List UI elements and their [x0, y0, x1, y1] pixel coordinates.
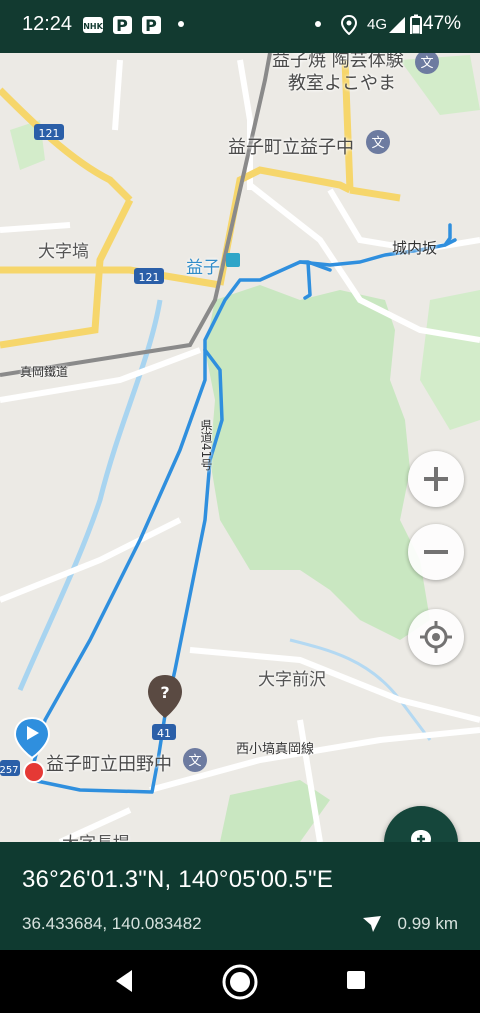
svg-text:121: 121 — [139, 271, 160, 284]
park-area — [205, 285, 430, 640]
recents-icon[interactable] — [344, 964, 368, 998]
road-shield-121-b: 121 — [134, 268, 164, 284]
back-icon[interactable] — [112, 964, 136, 998]
svg-text:文: 文 — [188, 754, 201, 769]
label-mashiko-jhs: 益子町立益子中 — [228, 137, 354, 158]
svg-text:文: 文 — [371, 136, 384, 151]
coordinates-decimal[interactable]: 36.433684, 140.083482 — [22, 914, 202, 934]
svg-text:?: ? — [160, 683, 169, 702]
school-icon: 文 — [366, 130, 390, 154]
label-oaza-hashi: 大字塙 — [38, 242, 89, 262]
battery-icon — [410, 14, 422, 34]
label-moka-railway: 真岡鐵道 — [20, 365, 69, 379]
label-oaza-maezawa: 大字前沢 — [258, 670, 326, 690]
school-icon: 文 — [183, 748, 207, 772]
label-nishikohashi: 西小塙真岡線 — [236, 742, 315, 757]
direction-arrow-icon — [363, 916, 381, 932]
label-route-41: 県道41号 — [199, 419, 213, 471]
my-location-button[interactable] — [408, 609, 464, 665]
map-view[interactable]: 121 121 41 257 文 文 文 ? 益子焼 陶芸体験 教室よこやま 益… — [0, 53, 480, 842]
distance-value: 0.99 km — [397, 914, 458, 933]
svg-text:41: 41 — [157, 727, 171, 740]
map-canvas[interactable]: 121 121 41 257 文 文 文 ? — [0, 53, 480, 842]
paypay-icon: P — [113, 16, 132, 35]
coordinate-panel: 36°26'01.3"N, 140°05'00.5"E 36.433684, 1… — [0, 842, 480, 950]
end-marker-icon — [23, 761, 45, 783]
svg-text:NHK: NHK — [83, 22, 103, 31]
zoom-out-button[interactable] — [408, 524, 464, 580]
home-icon[interactable] — [220, 962, 260, 1002]
status-time: 12:24 — [22, 13, 73, 35]
label-tano-jhs: 益子町立田野中 — [46, 754, 172, 775]
label-pottery-2: 教室よこやま — [288, 73, 396, 94]
svg-text:P: P — [116, 16, 128, 35]
crosshair-icon — [420, 621, 452, 653]
label-mashiko-station: 益子 — [186, 258, 220, 278]
notification-dot — [178, 21, 184, 27]
road-shield-257: 257 — [0, 760, 20, 776]
coordinates-dms[interactable]: 36°26'01.3"N, 140°05'00.5"E — [22, 866, 333, 894]
road-shield-41: 41 — [152, 724, 176, 740]
label-oaza-nagatsutsumi: 大字長堤 — [62, 829, 130, 842]
status-bar: 12:24 NHK P P 4G 47% — [0, 0, 480, 53]
paypay-icon: P — [142, 16, 161, 35]
start-marker-icon — [13, 716, 51, 760]
park-area — [420, 290, 480, 430]
svg-text:P: P — [145, 16, 157, 35]
battery-percent: 47% — [423, 13, 462, 34]
svg-text:文: 文 — [420, 56, 433, 71]
question-marker-icon: ? — [148, 675, 182, 718]
nhk-icon: NHK — [83, 17, 104, 33]
signal-icon — [389, 17, 405, 33]
notification-dot — [315, 21, 321, 27]
system-nav-bar — [0, 950, 480, 1013]
network-type: 4G — [367, 16, 388, 33]
svg-text:257: 257 — [0, 765, 19, 776]
svg-text:121: 121 — [39, 127, 60, 140]
water — [17, 299, 163, 691]
zoom-in-button[interactable] — [408, 451, 464, 507]
station-icon — [226, 253, 240, 267]
label-jonaizaka: 城内坂 — [392, 239, 438, 257]
road-shield-121-a: 121 — [34, 124, 64, 140]
park-area — [400, 55, 480, 115]
location-icon — [340, 15, 358, 35]
